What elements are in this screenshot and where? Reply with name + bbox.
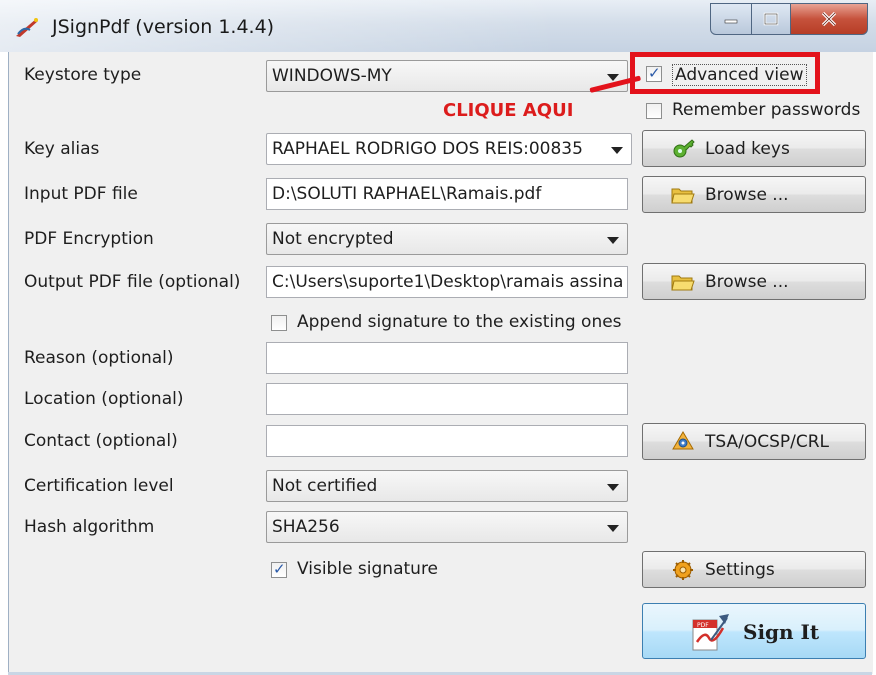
minimize-button[interactable] [710, 3, 752, 35]
keys-icon [673, 139, 695, 158]
close-icon [821, 11, 837, 27]
chevron-down-icon [611, 147, 623, 154]
browse-input-button[interactable]: Browse ... [642, 176, 866, 213]
app-window: JSignPdf (version 1.4.4) Keystore type W… [0, 0, 876, 675]
tsa-ocsp-crl-label: TSA/OCSP/CRL [705, 432, 830, 452]
svg-text:PDF: PDF [697, 622, 709, 629]
visible-signature-checkbox[interactable]: ✓ [271, 560, 287, 578]
sign-it-button[interactable]: PDF Sign It [642, 603, 866, 659]
load-keys-label: Load keys [705, 139, 790, 159]
settings-label: Settings [705, 560, 775, 580]
output-pdf-field[interactable]: C:\Users\suporte1\Desktop\ramais assina [266, 266, 628, 298]
click-here-annotation: CLIQUE AQUI [443, 100, 574, 121]
settings-button[interactable]: Settings [642, 551, 866, 588]
keystore-type-select[interactable]: WINDOWS-MY [266, 60, 628, 92]
chevron-down-icon [607, 484, 619, 491]
key-alias-value: RAPHAEL RODRIGO DOS REIS:00835 [272, 139, 583, 159]
chevron-down-icon [607, 237, 619, 244]
visible-signature-label[interactable]: Visible signature [297, 559, 438, 579]
append-signature-label[interactable]: Append signature to the existing ones [297, 312, 622, 332]
key-alias-select[interactable]: RAPHAEL RODRIGO DOS REIS:00835 [266, 133, 632, 165]
location-field[interactable] [266, 383, 628, 415]
certification-level-select[interactable]: Not certified [266, 470, 628, 502]
jsignpdf-icon [16, 18, 38, 37]
remember-passwords-checkbox[interactable] [646, 103, 662, 119]
keystore-type-value: WINDOWS-MY [272, 66, 392, 86]
hash-algorithm-select[interactable]: SHA256 [266, 511, 628, 543]
certification-level-label: Certification level [24, 476, 174, 496]
contact-label: Contact (optional) [24, 431, 178, 451]
location-label: Location (optional) [24, 389, 184, 409]
sign-it-label: Sign It [743, 620, 820, 644]
pdf-encryption-label: PDF Encryption [24, 229, 154, 249]
highlight-box [630, 52, 820, 94]
checkmark-icon: ✓ [273, 560, 286, 578]
close-button[interactable] [791, 3, 868, 35]
keystore-type-label: Keystore type [24, 65, 142, 85]
hash-algorithm-value: SHA256 [272, 517, 340, 537]
pdf-encryption-select[interactable]: Not encrypted [266, 223, 628, 255]
title-bar[interactable]: JSignPdf (version 1.4.4) [0, 0, 876, 52]
output-pdf-value: C:\Users\suporte1\Desktop\ramais assina [272, 272, 623, 292]
minimize-icon [724, 19, 738, 24]
input-pdf-field[interactable]: D:\SOLUTI RAPHAEL\Ramais.pdf [266, 178, 628, 210]
folder-icon [671, 275, 695, 291]
pdf-encryption-value: Not encrypted [272, 229, 394, 249]
contact-field[interactable] [266, 425, 628, 457]
gear-icon [673, 560, 693, 580]
browse-output-button[interactable]: Browse ... [642, 263, 866, 300]
output-pdf-label: Output PDF file (optional) [24, 272, 241, 292]
input-pdf-label: Input PDF file [24, 184, 138, 204]
certificate-icon [672, 431, 694, 450]
reason-label: Reason (optional) [24, 348, 174, 368]
pdf-sign-icon: PDF [692, 614, 729, 651]
browse-input-label: Browse ... [705, 185, 789, 205]
hash-algorithm-label: Hash algorithm [24, 517, 155, 537]
tsa-ocsp-crl-button[interactable]: TSA/OCSP/CRL [642, 423, 866, 460]
folder-icon [671, 188, 695, 204]
reason-field[interactable] [266, 342, 628, 374]
maximize-button[interactable] [752, 3, 791, 35]
remember-passwords-label[interactable]: Remember passwords [672, 100, 860, 120]
maximize-icon [763, 12, 779, 26]
window-title: JSignPdf (version 1.4.4) [52, 16, 275, 38]
browse-output-label: Browse ... [705, 272, 789, 292]
load-keys-button[interactable]: Load keys [642, 130, 866, 167]
append-signature-checkbox[interactable] [271, 315, 287, 331]
certification-level-value: Not certified [272, 476, 378, 496]
chevron-down-icon [607, 525, 619, 532]
input-pdf-value: D:\SOLUTI RAPHAEL\Ramais.pdf [272, 184, 542, 204]
key-alias-label: Key alias [24, 139, 100, 159]
